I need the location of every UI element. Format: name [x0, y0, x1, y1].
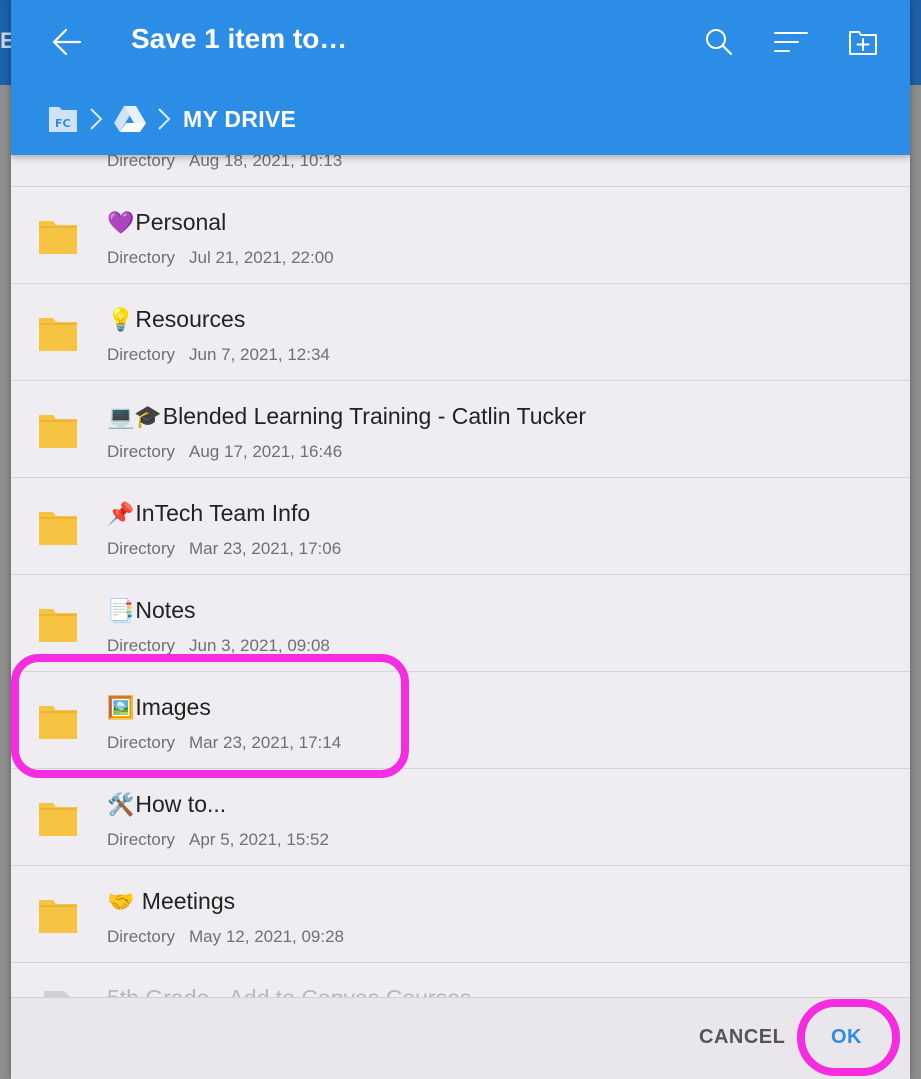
folder-name: 🖼️Images — [107, 694, 211, 721]
list-item[interactable]: 💡Resources Directory Jun 7, 2021, 12:34 — [11, 284, 910, 381]
folder-meta: Directory Mar 23, 2021, 17:14 — [107, 733, 342, 752]
folder-meta: Directory Jul 21, 2021, 22:00 — [107, 248, 334, 267]
folder-icon — [39, 803, 77, 836]
folder-name: 💻🎓Blended Learning Training - Catlin Tuc… — [107, 403, 586, 430]
folder-name: 📑Notes — [107, 597, 196, 624]
chevron-right-icon — [157, 107, 171, 131]
folder-meta: Directory Apr 5, 2021, 15:52 — [107, 830, 329, 849]
folder-icon — [39, 900, 77, 933]
file-name: 5th Grade - Add to Canvas Courses — [107, 985, 471, 997]
folder-meta: Directory May 12, 2021, 09:28 — [107, 927, 345, 946]
folder-icon — [39, 415, 77, 448]
list-item[interactable]: 📌InTech Team Info Directory Mar 23, 2021,… — [11, 478, 910, 575]
folder-icon — [39, 221, 77, 254]
file-commander-root-icon[interactable]: FC — [47, 104, 79, 134]
breadcrumb-current[interactable]: MY DRIVE — [183, 106, 296, 133]
list-item-partial-bottom[interactable]: 5th Grade - Add to Canvas Courses — [11, 963, 910, 997]
folder-name: 💡Resources — [107, 306, 246, 333]
folder-icon — [39, 512, 77, 545]
cancel-button[interactable]: CANCEL — [699, 1026, 785, 1049]
folder-meta: Directory Mar 23, 2021, 17:06 — [107, 539, 342, 558]
folder-icon — [39, 706, 77, 739]
folder-icon — [39, 609, 77, 642]
back-button[interactable] — [47, 22, 87, 62]
svg-text:FC: FC — [55, 117, 71, 130]
list-item[interactable]: 🛠️How to... Directory Apr 5, 2021, 15:52 — [11, 769, 910, 866]
list-item[interactable]: 💻🎓Blended Learning Training - Catlin Tuc… — [11, 381, 910, 478]
folder-name: 🤝 Meetings — [107, 888, 236, 915]
folder-icon — [39, 318, 77, 351]
folder-list[interactable]: Directory Aug 18, 2021, 10:13 💜Personal D… — [11, 90, 910, 997]
dialog-title: Save 1 item to… — [131, 23, 348, 54]
file-icon — [44, 991, 70, 997]
folder-meta: Directory Jun 3, 2021, 09:08 — [107, 636, 330, 655]
save-dialog: Save 1 item to… FC MY DRIVE Directory Au… — [11, 0, 910, 1079]
list-item[interactable]: 💜Personal Directory Jul 21, 2021, 22:00 — [11, 187, 910, 284]
sort-button[interactable] — [769, 22, 813, 62]
folder-meta: Directory Aug 17, 2021, 16:46 — [107, 442, 343, 461]
dialog-app-bar: Save 1 item to… FC MY DRIVE — [11, 0, 910, 155]
new-folder-icon — [849, 31, 877, 55]
google-drive-icon[interactable] — [113, 104, 147, 134]
folder-name: 💜Personal — [107, 209, 227, 236]
list-item[interactable]: 🤝 Meetings Directory May 12, 2021, 09:28 — [11, 866, 910, 963]
chevron-right-icon — [89, 107, 103, 131]
list-item[interactable]: 📑Notes Directory Jun 3, 2021, 09:08 — [11, 575, 910, 672]
back-arrow-icon — [52, 28, 82, 56]
new-folder-button[interactable] — [841, 22, 885, 62]
ok-button[interactable]: OK — [831, 1026, 862, 1049]
breadcrumb: FC MY DRIVE — [47, 100, 296, 138]
dialog-footer: CANCEL OK — [11, 997, 910, 1079]
sort-icon — [774, 32, 808, 52]
search-button[interactable] — [697, 22, 741, 62]
folder-name: 📌InTech Team Info — [107, 500, 311, 527]
search-icon — [706, 29, 733, 56]
folder-meta: Directory Jun 7, 2021, 12:34 — [107, 345, 330, 364]
folder-name: 🛠️How to... — [107, 791, 227, 818]
list-item-images[interactable]: 🖼️Images Directory Mar 23, 2021, 17:14 — [11, 672, 910, 769]
